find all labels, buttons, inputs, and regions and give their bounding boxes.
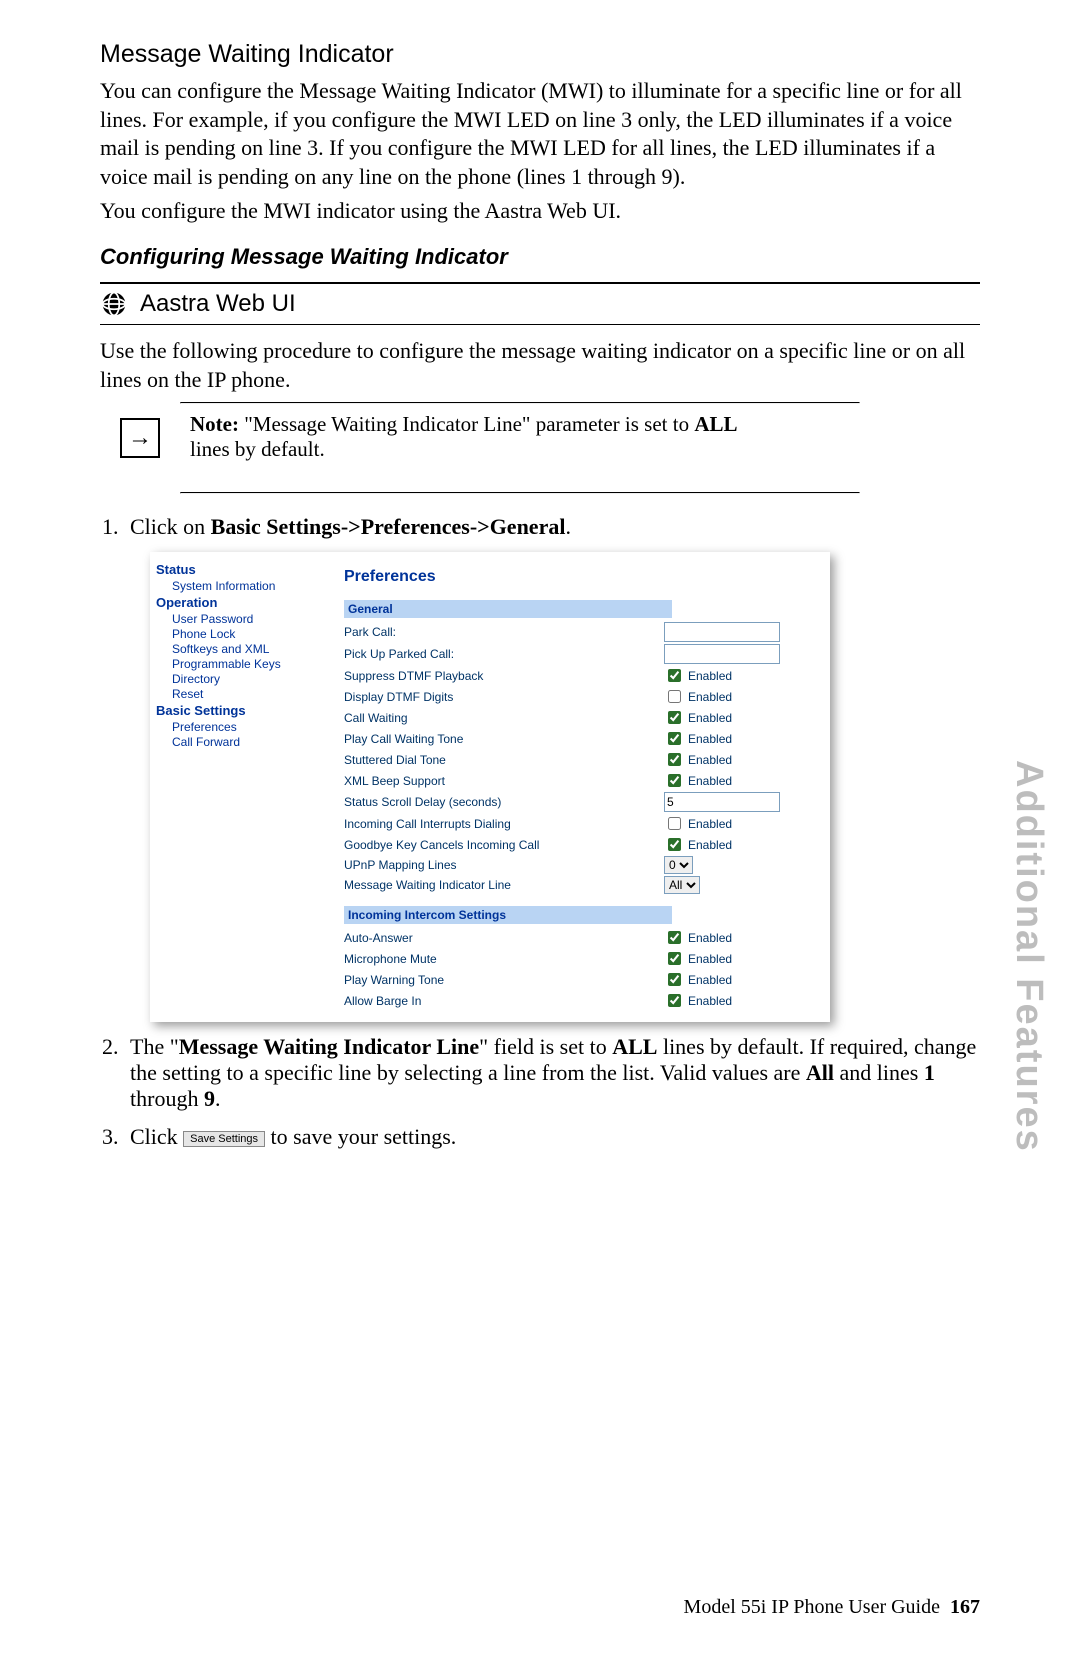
label-mic-mute: Microphone Mute (344, 952, 664, 966)
label-scroll-delay: Status Scroll Delay (seconds) (344, 795, 664, 809)
checkbox-suppress-dtmf[interactable] (668, 669, 681, 682)
sidebar-call-forward[interactable]: Call Forward (172, 735, 326, 749)
input-scroll-delay[interactable] (664, 792, 780, 812)
sidebar-preferences[interactable]: Preferences (172, 720, 326, 734)
sidebar-status[interactable]: Status (156, 562, 326, 577)
checkbox-cw-tone[interactable] (668, 732, 681, 745)
select-upnp[interactable]: 0 (664, 856, 693, 874)
label-pickup-parked: Pick Up Parked Call: (344, 647, 664, 661)
step-3: Click Save Settings to save your setting… (124, 1124, 980, 1150)
input-pickup-parked[interactable] (664, 644, 780, 664)
checkbox-incoming-interrupt[interactable] (668, 817, 681, 830)
aastra-web-ui-label: Aastra Web UI (140, 290, 296, 318)
note-rule-bottom (180, 492, 860, 494)
rule-thin-under (100, 324, 980, 325)
label-cw-tone: Play Call Waiting Tone (344, 732, 664, 746)
label-mwi-line: Message Waiting Indicator Line (344, 878, 664, 892)
checkbox-goodbye-cancel[interactable] (668, 838, 681, 851)
side-tab-label: Additional Features (1007, 760, 1050, 1153)
preferences-title: Preferences (344, 568, 818, 586)
note-text: Note: "Message Waiting Indicator Line" p… (190, 412, 750, 462)
sidebar-reset[interactable]: Reset (172, 687, 326, 701)
sidebar-directory[interactable]: Directory (172, 672, 326, 686)
step-1: Click on Basic Settings->Preferences->Ge… (124, 514, 980, 1022)
label-warning-tone: Play Warning Tone (344, 973, 664, 987)
sidebar-softkeys-xml[interactable]: Softkeys and XML (172, 642, 326, 656)
intro-para-1: You can configure the Message Waiting In… (100, 77, 980, 191)
select-mwi-line[interactable]: All (664, 876, 700, 894)
sidebar-user-password[interactable]: User Password (172, 612, 326, 626)
label-stuttered: Stuttered Dial Tone (344, 753, 664, 767)
step-2: The "Message Waiting Indicator Line" fie… (124, 1034, 980, 1112)
sidebar-system-information[interactable]: System Information (172, 579, 326, 593)
procedure-intro: Use the following procedure to configure… (100, 337, 980, 394)
page-footer: Model 55i IP Phone User Guide 167 (684, 1596, 980, 1619)
label-incoming-interrupt: Incoming Call Interrupts Dialing (344, 817, 664, 831)
sidebar-operation[interactable]: Operation (156, 595, 326, 610)
save-settings-button[interactable]: Save Settings (183, 1131, 265, 1147)
sidebar-phone-lock[interactable]: Phone Lock (172, 627, 326, 641)
rule-thick-top (100, 282, 980, 284)
note-label: Note: (190, 412, 239, 436)
label-suppress-dtmf: Suppress DTMF Playback (344, 669, 664, 683)
general-section-header: General (344, 600, 672, 618)
section-heading: Message Waiting Indicator (100, 40, 980, 69)
intercom-section-header: Incoming Intercom Settings (344, 906, 672, 924)
label-auto-answer: Auto-Answer (344, 931, 664, 945)
checkbox-auto-answer[interactable] (668, 931, 681, 944)
input-park-call[interactable] (664, 622, 780, 642)
checkbox-mic-mute[interactable] (668, 952, 681, 965)
preferences-screenshot: Status System Information Operation User… (150, 552, 830, 1022)
checkbox-warning-tone[interactable] (668, 973, 681, 986)
ui-main: Preferences General Park Call: Pick Up P… (332, 552, 830, 1022)
label-park-call: Park Call: (344, 625, 664, 639)
checkbox-xml-beep[interactable] (668, 774, 681, 787)
label-goodbye-cancel: Goodbye Key Cancels Incoming Call (344, 838, 664, 852)
checkbox-display-dtmf[interactable] (668, 690, 681, 703)
label-call-waiting: Call Waiting (344, 711, 664, 725)
label-upnp: UPnP Mapping Lines (344, 858, 664, 872)
ui-sidebar: Status System Information Operation User… (150, 552, 332, 1022)
label-display-dtmf: Display DTMF Digits (344, 690, 664, 704)
globe-icon (100, 290, 128, 318)
checkbox-barge-in[interactable] (668, 994, 681, 1007)
arrow-right-icon: → (120, 418, 160, 458)
intro-para-2: You configure the MWI indicator using th… (100, 197, 980, 226)
label-xml-beep: XML Beep Support (344, 774, 664, 788)
sidebar-basic-settings[interactable]: Basic Settings (156, 703, 326, 718)
subheading: Configuring Message Waiting Indicator (100, 244, 980, 270)
note-rule-top (180, 402, 860, 404)
checkbox-stuttered[interactable] (668, 753, 681, 766)
sidebar-programmable-keys[interactable]: Programmable Keys (172, 657, 326, 671)
checkbox-call-waiting[interactable] (668, 711, 681, 724)
label-barge-in: Allow Barge In (344, 994, 664, 1008)
